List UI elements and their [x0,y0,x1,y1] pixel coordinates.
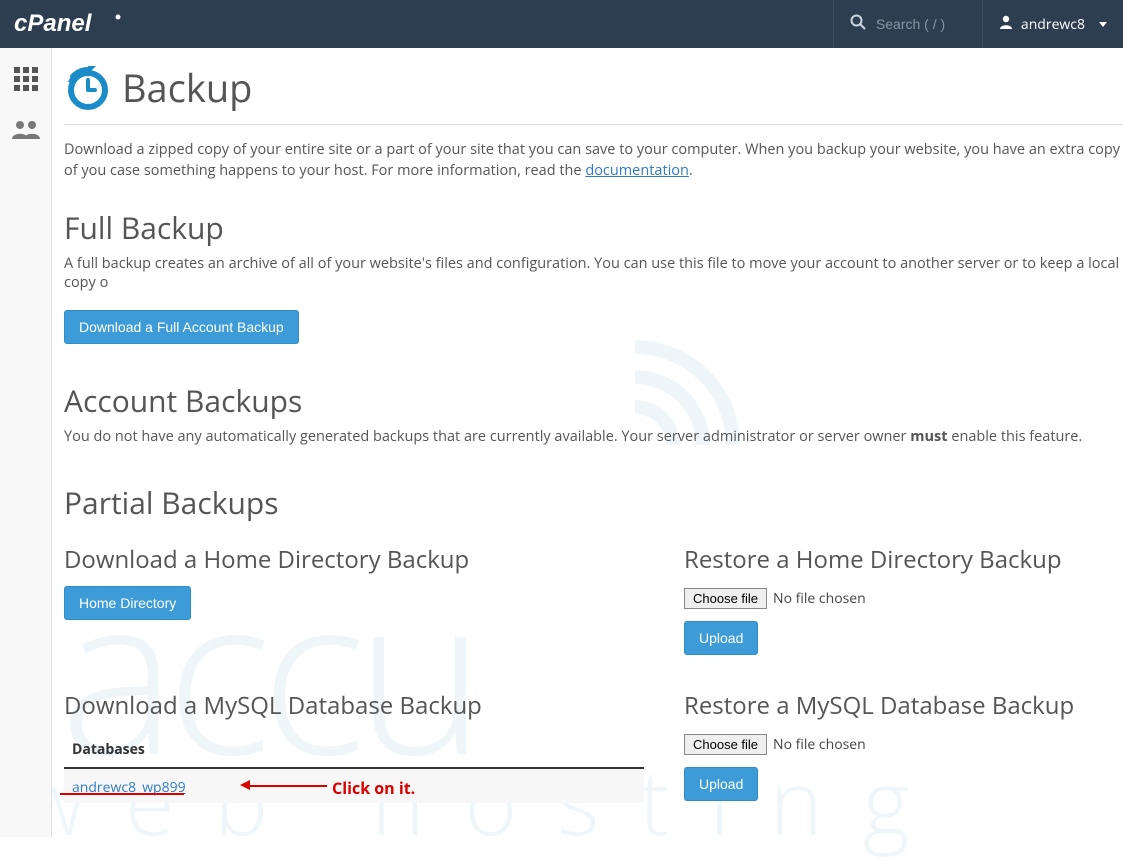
full-backup-heading: Full Backup [64,207,1123,248]
no-file-label: No file chosen [773,589,866,608]
svg-text:cPanel: cPanel [14,11,93,37]
home-dir-file-input[interactable]: Choose file No file chosen [684,588,866,609]
intro-text: Download a zipped copy of your entire si… [64,139,1123,181]
users-icon[interactable] [11,119,41,146]
restore-mysql-heading: Restore a MySQL Database Backup [684,689,1104,722]
mysql-row: Download a MySQL Database Backup Databas… [64,689,1123,803]
upload-mysql-button[interactable]: Upload [684,767,758,801]
account-backups-desc: You do not have any automatically genera… [64,427,1123,446]
no-file-label-mysql: No file chosen [773,735,866,754]
page-head: Backup [64,62,1123,125]
mysql-file-input[interactable]: Choose file No file chosen [684,734,866,755]
search-icon [850,13,866,35]
full-backup-desc: A full backup creates an archive of all … [64,254,1123,292]
choose-file-button-mysql[interactable]: Choose file [684,734,767,755]
topbar: cPanel andrewc8 [0,0,1123,48]
download-mysql-heading: Download a MySQL Database Backup [64,689,644,722]
restore-home-dir-heading: Restore a Home Directory Backup [684,543,1104,576]
download-home-dir-button[interactable]: Home Directory [64,586,191,620]
database-row: andrewc8_wp899 [64,769,644,803]
user-icon [999,15,1013,34]
search-area[interactable] [833,0,982,48]
database-download-link[interactable]: andrewc8_wp899 [72,778,186,797]
cpanel-logo[interactable]: cPanel [0,11,138,37]
home-dir-row: Download a Home Directory Backup Home Di… [64,543,1123,655]
main-content: Backup Download a zipped copy of your en… [52,48,1123,837]
section-partial-backups: Partial Backups [64,482,1123,523]
documentation-link[interactable]: documentation [585,161,689,180]
backup-clock-icon [64,64,112,112]
username-label: andrewc8 [1021,15,1085,34]
user-menu[interactable]: andrewc8 [982,0,1123,48]
caret-down-icon [1099,22,1107,27]
account-backups-heading: Account Backups [64,380,1123,421]
upload-home-dir-button[interactable]: Upload [684,621,758,655]
download-home-dir-heading: Download a Home Directory Backup [64,543,644,576]
choose-file-button[interactable]: Choose file [684,588,767,609]
left-rail [0,48,52,837]
section-account-backups: Account Backups You do not have any auto… [64,380,1123,446]
grid-apps-icon[interactable] [13,66,39,97]
section-full-backup: Full Backup A full backup creates an arc… [64,207,1123,344]
databases-column-header: Databases [64,732,644,769]
page-title: Backup [122,62,252,114]
search-input[interactable] [876,16,966,32]
download-full-backup-button[interactable]: Download a Full Account Backup [64,310,299,344]
partial-backups-heading: Partial Backups [64,482,1123,523]
